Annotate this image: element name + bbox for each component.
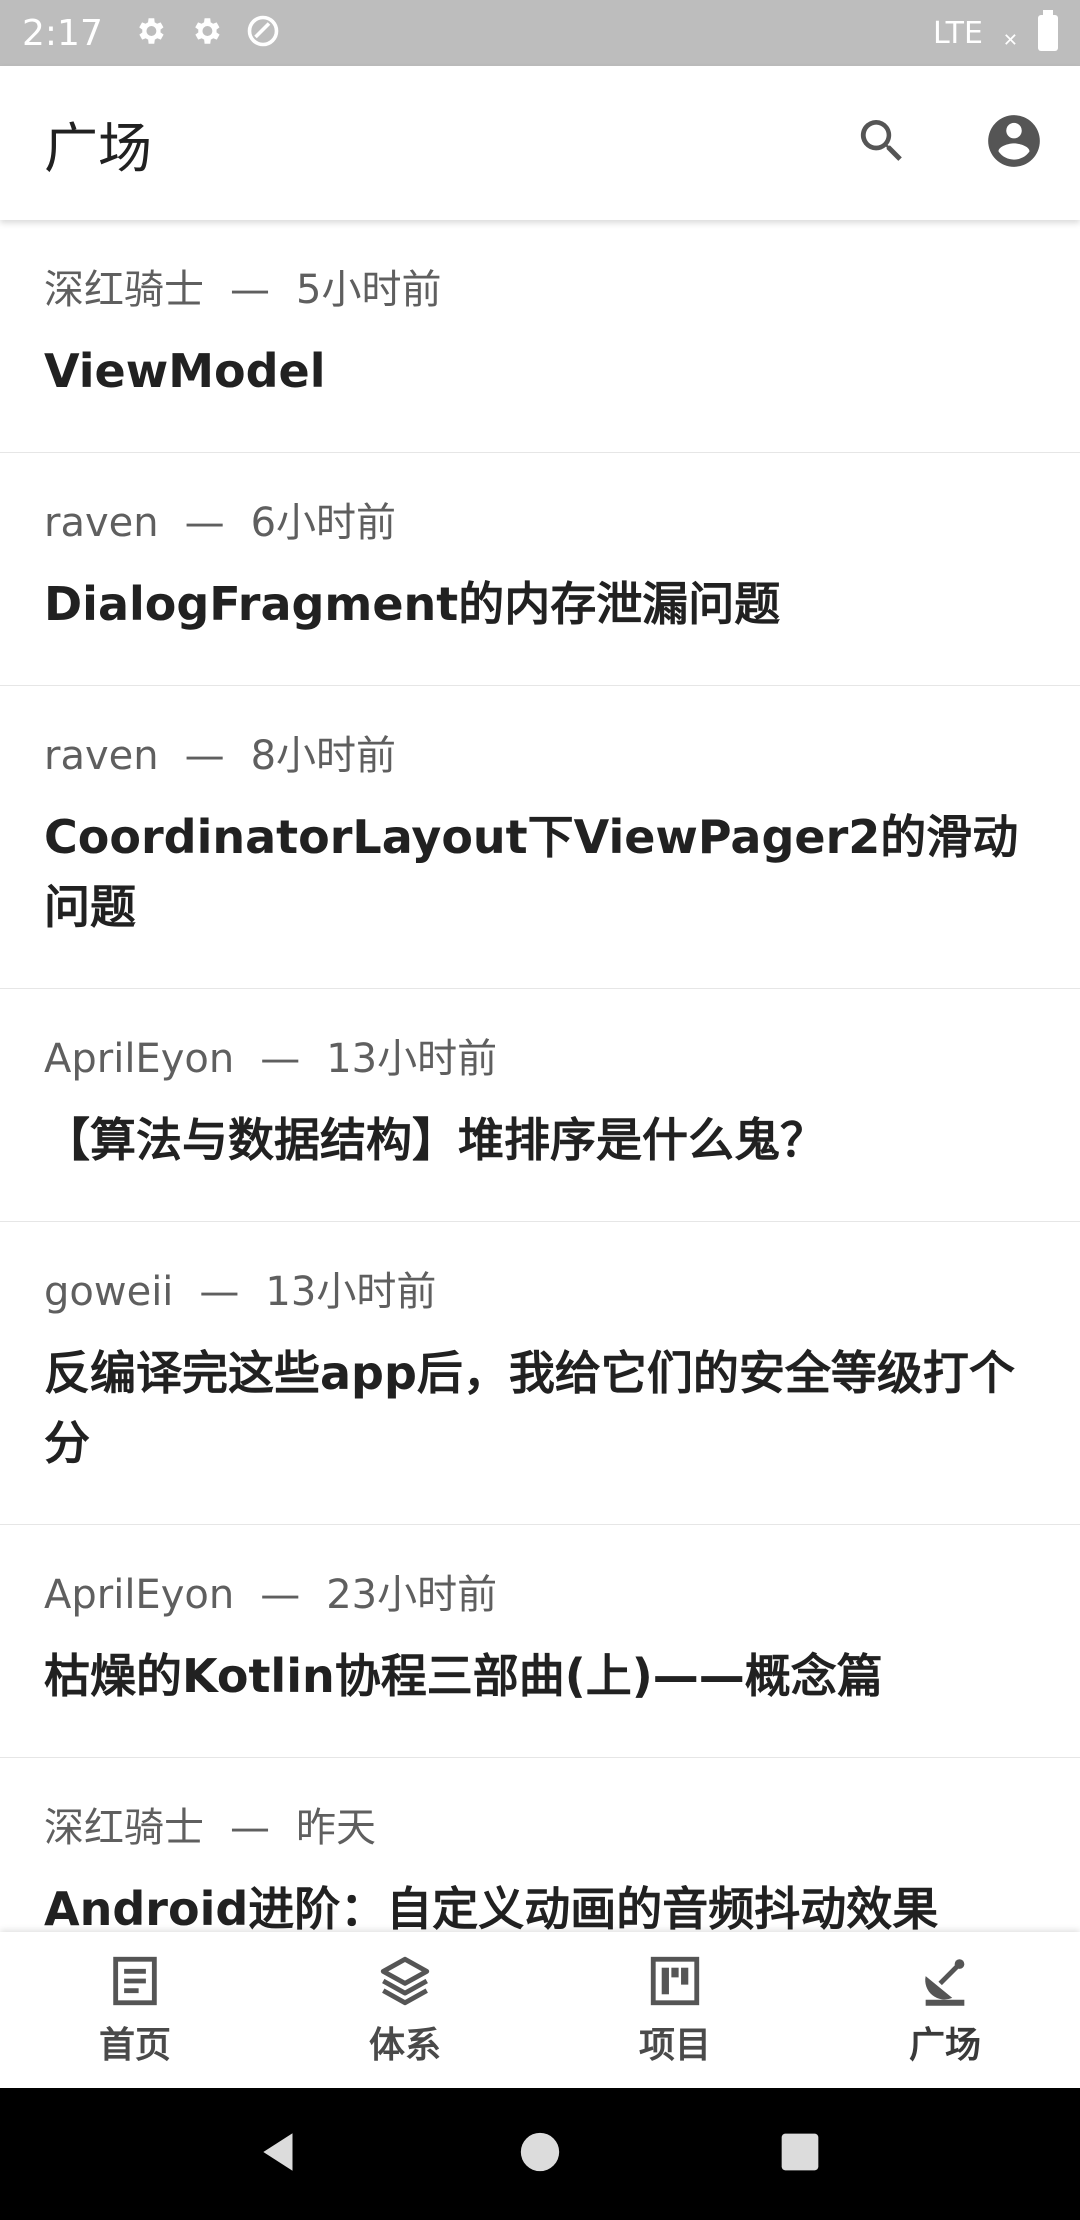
- item-title[interactable]: 反编译完这些app后，我给它们的安全等级打个分: [44, 1338, 1036, 1478]
- tab-label: 首页: [98, 2025, 171, 2066]
- list-item[interactable]: 深红骑士 — 5小时前 ViewModel: [0, 220, 1080, 453]
- item-meta: goweii — 13小时前: [44, 1268, 1036, 1316]
- tab-label: 项目: [638, 2025, 711, 2066]
- network-type: LTE: [933, 15, 983, 51]
- item-time: 13小时前: [326, 1036, 498, 1082]
- item-time: 8小时前: [250, 733, 397, 779]
- item-meta: raven — 6小时前: [44, 499, 1036, 547]
- meta-separator: —: [260, 1036, 301, 1082]
- tab-square[interactable]: 广场: [810, 1932, 1080, 2088]
- item-title[interactable]: Android进阶：自定义动画的音频抖动效果: [44, 1874, 1036, 1932]
- system-navigation-bar: [0, 2088, 1080, 2220]
- list-item[interactable]: AprilEyon — 23小时前 枯燥的Kotlin协程三部曲(上)——概念篇: [0, 1525, 1080, 1758]
- tab-label: 广场: [908, 2025, 981, 2066]
- search-icon: [854, 113, 910, 173]
- app-bar: 广场: [0, 66, 1080, 220]
- tab-label: 体系: [368, 2025, 441, 2066]
- board-icon: [646, 1952, 704, 2014]
- item-time: 23小时前: [326, 1572, 498, 1618]
- item-meta: AprilEyon — 23小时前: [44, 1571, 1036, 1619]
- back-icon: [255, 2127, 305, 2181]
- item-meta: 深红骑士 — 5小时前: [44, 266, 1036, 314]
- recents-button[interactable]: [734, 2088, 866, 2220]
- item-title[interactable]: 【算法与数据结构】堆排序是什么鬼？: [44, 1105, 1036, 1175]
- article-feed[interactable]: 深红骑士 — 5小时前 ViewModel raven — 6小时前 Dialo…: [0, 220, 1080, 1932]
- item-author[interactable]: 深红骑士: [44, 1804, 204, 1852]
- home-button[interactable]: [474, 2088, 606, 2220]
- tab-system[interactable]: 体系: [270, 1932, 540, 2088]
- meta-separator: —: [230, 1805, 270, 1851]
- tab-home[interactable]: 首页: [0, 1932, 270, 2088]
- settings-icon: [189, 14, 223, 52]
- meta-separator: —: [184, 500, 225, 546]
- account-circle-icon: [983, 110, 1045, 176]
- back-button[interactable]: [214, 2088, 346, 2220]
- status-time: 2:17: [22, 12, 103, 54]
- item-title[interactable]: 枯燥的Kotlin协程三部曲(上)——概念篇: [44, 1641, 1036, 1711]
- item-meta: 深红骑士 — 昨天: [44, 1804, 1036, 1852]
- settings-icon: [133, 14, 167, 52]
- search-button[interactable]: [816, 77, 948, 209]
- item-time: 13小时前: [265, 1269, 437, 1315]
- item-title[interactable]: ViewModel: [44, 336, 1036, 406]
- item-meta: AprilEyon — 13小时前: [44, 1035, 1036, 1083]
- list-item[interactable]: AprilEyon — 13小时前 【算法与数据结构】堆排序是什么鬼？: [0, 989, 1080, 1222]
- item-author[interactable]: goweii: [44, 1268, 173, 1316]
- tab-projects[interactable]: 项目: [540, 1932, 810, 2088]
- meta-separator: —: [260, 1572, 301, 1618]
- item-time: 昨天: [296, 1805, 376, 1851]
- layers-icon: [376, 1952, 434, 2014]
- item-title[interactable]: DialogFragment的内存泄漏问题: [44, 569, 1036, 639]
- list-item[interactable]: raven — 6小时前 DialogFragment的内存泄漏问题: [0, 453, 1080, 686]
- list-item[interactable]: 深红骑士 — 昨天 Android进阶：自定义动画的音频抖动效果: [0, 1758, 1080, 1932]
- satellite-dish-icon: [916, 1952, 974, 2014]
- recents-icon: [778, 2130, 822, 2178]
- bottom-navigation: 首页 体系 项目 广场: [0, 1932, 1080, 2088]
- list-item[interactable]: goweii — 13小时前 反编译完这些app后，我给它们的安全等级打个分: [0, 1222, 1080, 1525]
- home-icon: [517, 2129, 563, 2179]
- status-bar: 2:17 LTE ✕: [0, 0, 1080, 66]
- item-meta: raven — 8小时前: [44, 732, 1036, 780]
- account-button[interactable]: [948, 77, 1080, 209]
- item-author[interactable]: raven: [44, 732, 159, 780]
- status-notification-icons: [133, 13, 281, 53]
- signal-icon: ✕: [1002, 29, 1018, 51]
- article-icon: [106, 1952, 164, 2014]
- list-item[interactable]: raven — 8小时前 CoordinatorLayout下ViewPager…: [0, 686, 1080, 989]
- item-author[interactable]: raven: [44, 499, 159, 547]
- item-author[interactable]: AprilEyon: [44, 1035, 234, 1083]
- item-time: 6小时前: [250, 500, 397, 546]
- page-title: 广场: [44, 116, 152, 180]
- battery-icon: [1038, 10, 1058, 51]
- meta-separator: —: [230, 267, 270, 313]
- meta-separator: —: [184, 733, 225, 779]
- meta-separator: —: [199, 1269, 240, 1315]
- item-time: 5小时前: [296, 267, 442, 313]
- data-saver-icon: [245, 13, 281, 53]
- item-author[interactable]: 深红骑士: [44, 266, 204, 314]
- item-title[interactable]: CoordinatorLayout下ViewPager2的滑动问题: [44, 802, 1036, 942]
- item-author[interactable]: AprilEyon: [44, 1571, 234, 1619]
